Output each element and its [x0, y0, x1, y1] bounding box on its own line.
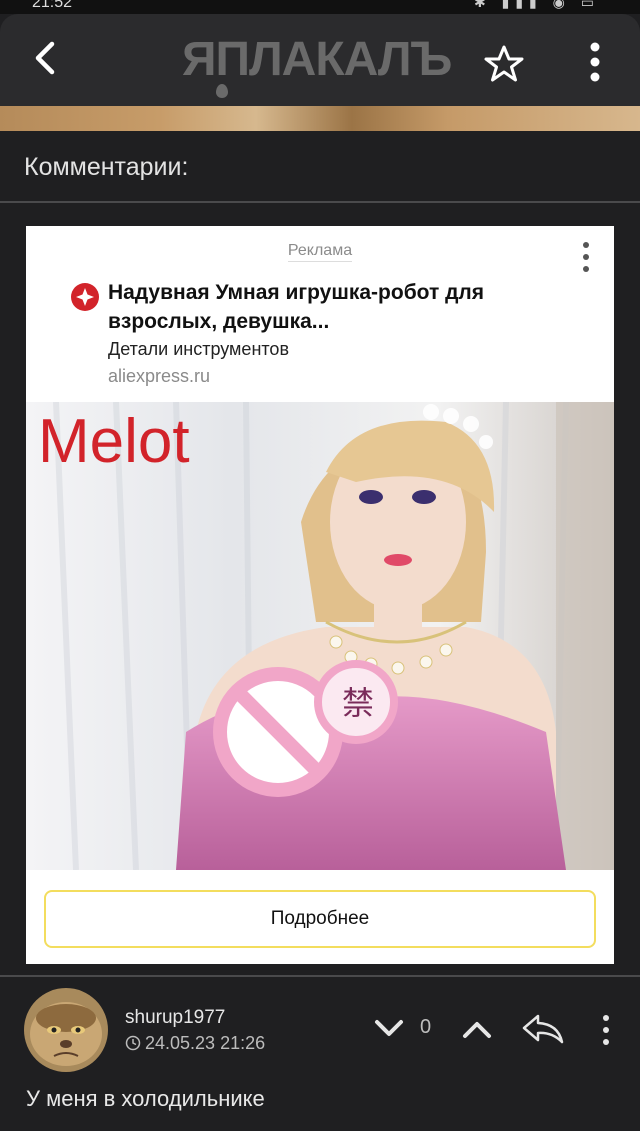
system-icons: ✱ ▮▮▮ ◉ ▭ — [474, 0, 600, 10]
status-time: 21:52 — [32, 0, 73, 11]
aliexpress-logo-icon — [70, 282, 100, 312]
comment-date-text: 24.05.23 21:26 — [145, 1033, 266, 1053]
comment-date: 24.05.23 21:26 — [125, 1033, 265, 1054]
ad-more-icon[interactable] — [576, 240, 596, 274]
ad-domain: aliexpress.ru — [108, 366, 211, 386]
site-logo[interactable]: ЯПЛАКАЛЪ — [182, 36, 462, 98]
chevron-down-icon[interactable] — [372, 1012, 406, 1046]
comment-username[interactable]: shurup1977 — [125, 1007, 225, 1029]
comment-text: У меня в холодильнике — [26, 1086, 265, 1111]
comment-score: 0 — [420, 1016, 432, 1038]
ad-description: Детали инструментов — [108, 339, 290, 359]
ad-more-button[interactable]: Подробнее — [44, 890, 596, 948]
avatar[interactable] — [24, 988, 108, 1072]
chevron-up-icon[interactable] — [460, 1012, 494, 1046]
star-icon[interactable] — [484, 44, 524, 84]
ad-block[interactable]: Реклама Надувная Умная игрушка-робот для… — [26, 226, 614, 964]
post-image-strip — [0, 106, 640, 131]
back-icon[interactable] — [22, 36, 70, 84]
reply-icon[interactable] — [520, 1010, 566, 1048]
ad-image[interactable]: Melot 禁 — [26, 402, 614, 870]
comment-more-icon[interactable] — [596, 1012, 616, 1048]
svg-text:禁: 禁 — [342, 684, 374, 722]
app-bar: ЯПЛАКАЛЪ — [0, 14, 640, 106]
comments-heading: Комментарии: — [0, 131, 640, 203]
comments-heading-text: Комментарии: — [24, 153, 189, 181]
clock-icon — [125, 1035, 141, 1051]
divider — [0, 975, 640, 977]
site-logo-text: ЯПЛАКАЛЪ — [182, 33, 452, 86]
logo-drop — [216, 84, 228, 98]
ad-image-brand: Melot — [38, 407, 190, 476]
ad-title[interactable]: Надувная Умная игрушка-робот для взрослы… — [108, 278, 578, 336]
ad-label: Реклама — [26, 242, 614, 262]
more-vertical-icon[interactable] — [580, 40, 610, 84]
status-bar: 21:52 ✱ ▮▮▮ ◉ ▭ — [0, 0, 640, 14]
